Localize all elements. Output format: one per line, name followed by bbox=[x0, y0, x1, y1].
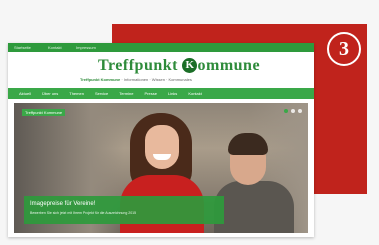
top-bar: Startseite Kontakt Impressum bbox=[8, 43, 314, 52]
nav-item-7[interactable]: Links bbox=[168, 88, 177, 99]
man-coat bbox=[214, 181, 294, 233]
nav-item-6[interactable]: Presse bbox=[145, 88, 157, 99]
woman-face bbox=[145, 125, 179, 169]
nav-item-5[interactable]: Termine bbox=[119, 88, 133, 99]
slider-dot-1[interactable] bbox=[284, 109, 288, 113]
main-navigation: Aktuell Über uns Themen Service Termine … bbox=[8, 88, 314, 99]
logo-text-part2: ommune bbox=[197, 57, 261, 74]
slider-dots bbox=[284, 109, 302, 113]
header: Treffpunkt Kommune Treffpunkt Kommune · … bbox=[8, 52, 314, 88]
topbar-link-1[interactable]: Startseite bbox=[14, 44, 31, 51]
logo-k-icon: K bbox=[182, 57, 198, 73]
nav-item-3[interactable]: Themen bbox=[69, 88, 84, 99]
step-number-badge: 3 bbox=[327, 32, 361, 66]
nav-item-8[interactable]: Kontakt bbox=[188, 88, 202, 99]
topbar-link-3[interactable]: Impressum bbox=[76, 44, 96, 51]
hero-caption[interactable]: Imagepreise für Vereine! Bewerben Sie si… bbox=[24, 196, 224, 224]
nav-item-4[interactable]: Service bbox=[95, 88, 108, 99]
topbar-link-2[interactable]: Kontakt bbox=[48, 44, 62, 51]
caption-text: Bewerben Sie sich jetzt mit Ihrem Projek… bbox=[30, 211, 137, 215]
hero-slider[interactable]: Treffpunkt Kommune Imagepreise für Verei… bbox=[14, 103, 308, 233]
slider-dot-2[interactable] bbox=[291, 109, 295, 113]
slider-dot-3[interactable] bbox=[298, 109, 302, 113]
nav-item-2[interactable]: Über uns bbox=[42, 88, 58, 99]
hero-label: Treffpunkt Kommune bbox=[22, 109, 66, 116]
tagline-rest: · Informationen · Wissen · Kommunales bbox=[120, 77, 192, 82]
man-hair bbox=[228, 133, 268, 155]
logo-text-part1: Treffpunkt bbox=[98, 57, 178, 74]
tagline-strong: Treffpunkt Kommune bbox=[80, 77, 121, 82]
nav-item-1[interactable]: Aktuell bbox=[19, 88, 31, 99]
caption-title: Imagepreise für Vereine! bbox=[30, 201, 96, 207]
website-screenshot: Startseite Kontakt Impressum Treffpunkt … bbox=[8, 43, 314, 237]
site-logo[interactable]: Treffpunkt Kommune bbox=[98, 57, 260, 75]
site-tagline: Treffpunkt Kommune · Informationen · Wis… bbox=[80, 77, 192, 82]
